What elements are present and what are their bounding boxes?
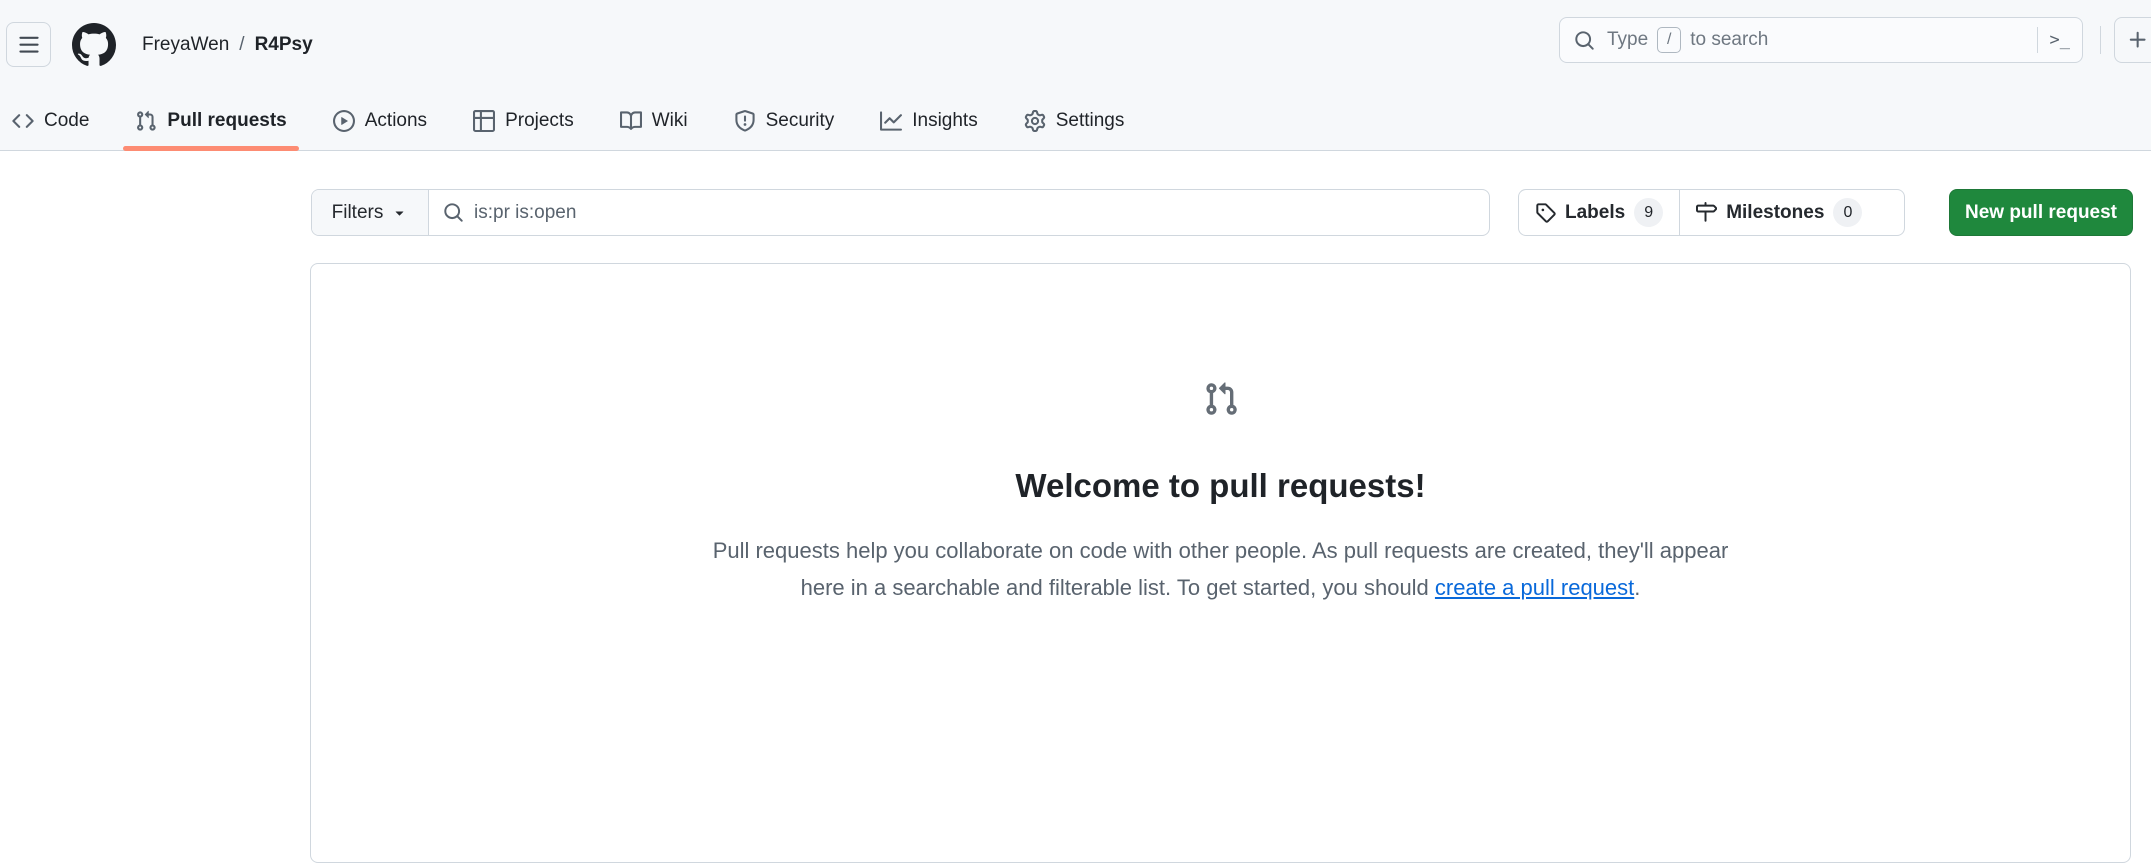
hamburger-icon: [18, 34, 40, 56]
tab-actions[interactable]: Actions: [321, 90, 439, 151]
tab-projects[interactable]: Projects: [461, 90, 586, 151]
new-pull-request-button[interactable]: New pull request: [1949, 189, 2133, 236]
search-placeholder-suffix: to search: [1690, 29, 1768, 51]
tab-security[interactable]: Security: [722, 90, 847, 151]
app-header: FreyaWen / R4Psy Type / to search >_ Cod…: [0, 0, 2151, 151]
command-palette-icon[interactable]: >_: [2050, 30, 2070, 50]
tab-wiki-label: Wiki: [652, 110, 688, 132]
search-icon: [443, 202, 464, 223]
play-icon: [333, 110, 355, 132]
filters-dropdown-button[interactable]: Filters: [312, 190, 429, 235]
global-search-box[interactable]: Type / to search >_: [1559, 17, 2083, 63]
pr-search-input[interactable]: [474, 202, 1475, 224]
create-new-button[interactable]: [2114, 17, 2151, 63]
tab-insights-label: Insights: [912, 110, 977, 132]
hamburger-menu-button[interactable]: [6, 22, 51, 67]
labels-count-badge: 9: [1634, 198, 1663, 227]
search-icon: [1574, 30, 1595, 51]
labels-milestones-group: Labels 9 Milestones 0: [1518, 189, 1905, 236]
tab-settings[interactable]: Settings: [1012, 90, 1137, 151]
milestones-label: Milestones: [1726, 202, 1824, 224]
caret-down-icon: [391, 204, 408, 221]
pr-search-field: [429, 190, 1489, 235]
tab-actions-label: Actions: [365, 110, 427, 132]
tab-security-label: Security: [766, 110, 835, 132]
tab-code[interactable]: Code: [0, 90, 101, 151]
search-placeholder: Type / to search: [1607, 27, 2037, 53]
tab-pull-requests[interactable]: Pull requests: [123, 90, 298, 151]
breadcrumb-separator: /: [239, 34, 244, 56]
book-icon: [620, 110, 642, 132]
create-pull-request-link[interactable]: create a pull request: [1435, 575, 1634, 600]
gear-icon: [1024, 110, 1046, 132]
tab-wiki[interactable]: Wiki: [608, 90, 700, 151]
milestone-icon: [1696, 202, 1717, 223]
breadcrumb: FreyaWen / R4Psy: [142, 0, 313, 90]
description-after-link: .: [1634, 575, 1640, 600]
plus-icon: [2127, 29, 2149, 51]
labels-label: Labels: [1565, 202, 1625, 224]
tab-insights[interactable]: Insights: [868, 90, 989, 151]
tab-code-label: Code: [44, 110, 89, 132]
breadcrumb-owner-link[interactable]: FreyaWen: [142, 34, 229, 56]
empty-state-title: Welcome to pull requests!: [311, 467, 2130, 505]
tab-projects-label: Projects: [505, 110, 574, 132]
tab-settings-label: Settings: [1056, 110, 1125, 132]
milestones-count-badge: 0: [1833, 198, 1862, 227]
labels-button[interactable]: Labels 9: [1519, 190, 1679, 235]
github-logo[interactable]: [72, 23, 116, 67]
milestones-button[interactable]: Milestones 0: [1680, 190, 1878, 235]
search-inner-divider: [2037, 27, 2038, 53]
tab-pull-requests-label: Pull requests: [167, 110, 286, 132]
filters-button-label: Filters: [332, 202, 384, 224]
tag-icon: [1535, 202, 1556, 223]
graph-icon: [880, 110, 902, 132]
repo-nav-tabs: Code Pull requests Actions Projects Wiki: [0, 90, 1136, 151]
pr-filter-bar: Filters: [311, 189, 1490, 236]
shield-icon: [734, 110, 756, 132]
git-pull-request-icon: [1203, 381, 1239, 417]
code-icon: [12, 110, 34, 132]
table-icon: [473, 110, 495, 132]
slash-key-hint: /: [1657, 27, 1681, 53]
git-pull-request-icon: [135, 110, 157, 132]
breadcrumb-repo-link[interactable]: R4Psy: [255, 34, 313, 56]
pull-requests-panel: Welcome to pull requests! Pull requests …: [310, 263, 2131, 863]
header-divider: [2100, 26, 2101, 54]
empty-state-description: Pull requests help you collaborate on co…: [690, 532, 1752, 606]
search-placeholder-prefix: Type: [1607, 29, 1648, 51]
